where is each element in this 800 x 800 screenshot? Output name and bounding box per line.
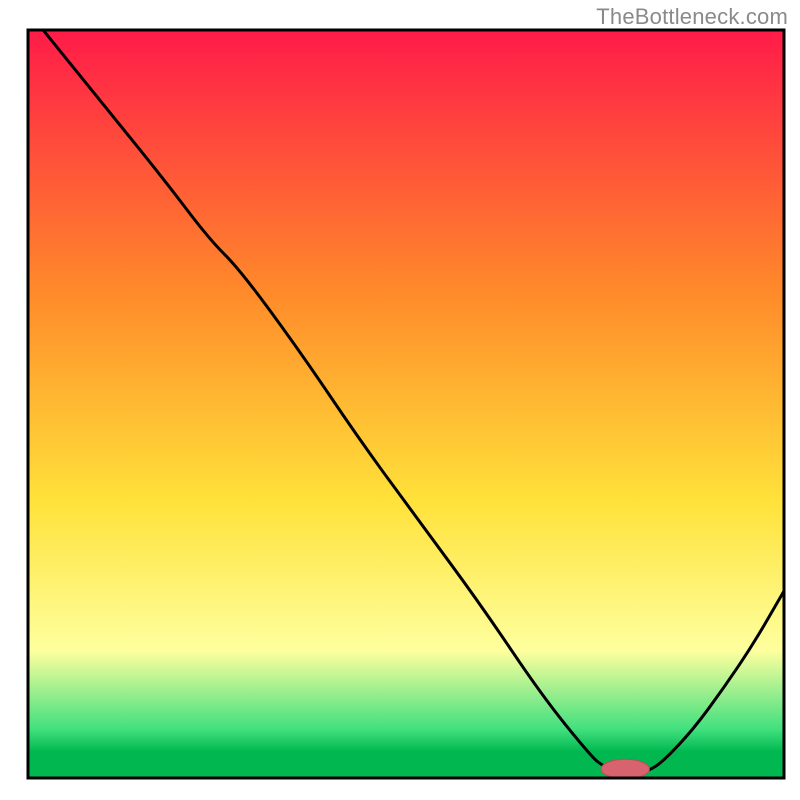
optimal-marker xyxy=(601,759,649,778)
chart-canvas: TheBottleneck.com xyxy=(0,0,800,800)
bottleneck-chart xyxy=(0,0,800,800)
gradient-background xyxy=(28,30,784,778)
watermark-label: TheBottleneck.com xyxy=(596,4,788,30)
